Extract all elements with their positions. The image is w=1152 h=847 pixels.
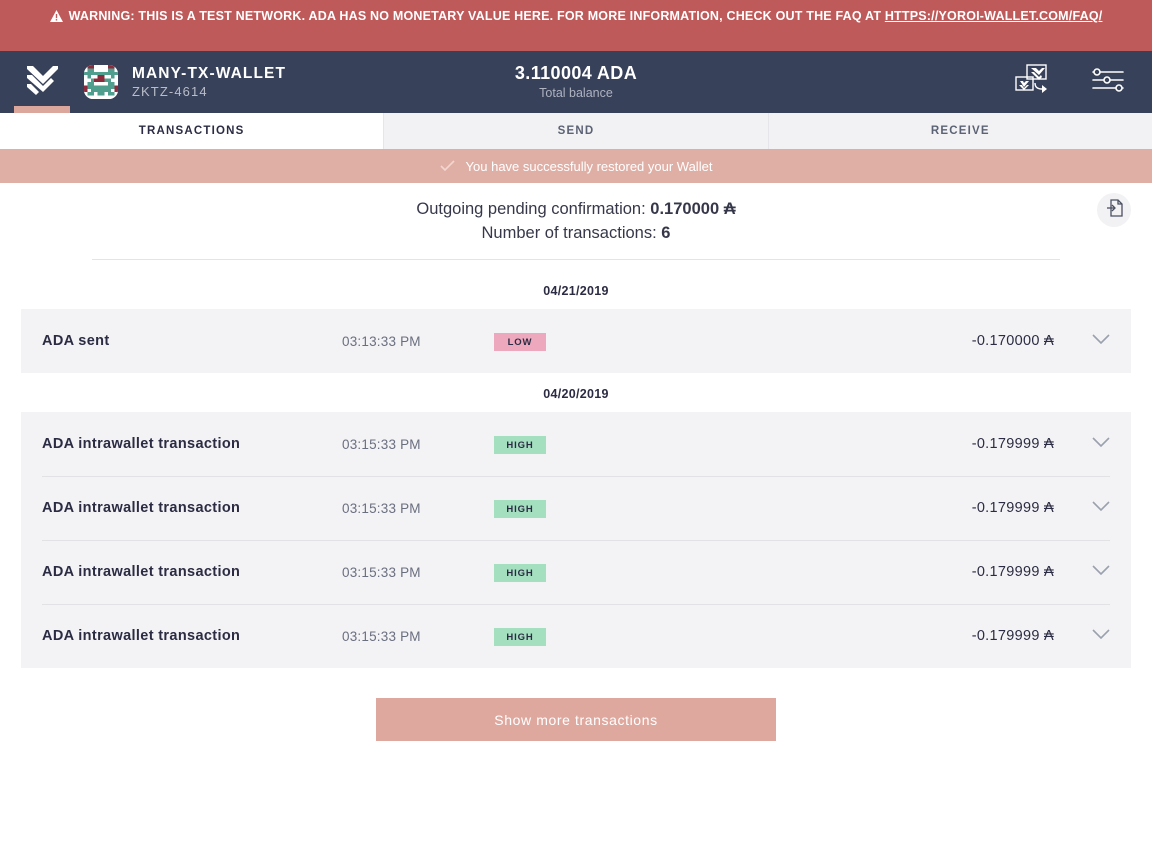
- wallet-name: MANY-TX-WALLET: [132, 65, 287, 82]
- export-transactions-button[interactable]: [1097, 193, 1131, 227]
- transaction-amount: -0.170000 ₳: [971, 333, 1054, 349]
- transaction-amount: -0.179999 ₳: [971, 628, 1054, 644]
- transaction-date-header: 04/20/2019: [543, 387, 609, 401]
- warning-triangle-icon: [49, 8, 63, 29]
- transaction-time: 03:15:33 PM: [342, 564, 421, 580]
- chevron-down-icon: [1092, 332, 1110, 350]
- table-row[interactable]: ADA intrawallet transaction 03:15:33 PM …: [21, 540, 1131, 604]
- transaction-amount: -0.179999 ₳: [971, 500, 1054, 516]
- topbar-actions: [1014, 63, 1152, 102]
- tab-transactions[interactable]: TRANSACTIONS: [0, 113, 385, 149]
- settings-button[interactable]: [1092, 67, 1124, 98]
- status-badge: HIGH: [494, 563, 546, 582]
- count-summary-line: Number of transactions: 6: [0, 221, 1152, 245]
- status-badge: HIGH: [494, 499, 546, 518]
- summary-divider: [92, 259, 1060, 260]
- check-icon: [439, 160, 455, 172]
- transaction-time: 03:15:33 PM: [342, 436, 421, 452]
- transaction-assurance-cell: LOW: [494, 332, 914, 351]
- wallet-identity[interactable]: MANY-TX-WALLET ZKTZ-4614: [84, 64, 286, 100]
- table-row[interactable]: ADA intrawallet transaction 03:15:33 PM …: [21, 412, 1131, 476]
- yoroi-logo-button[interactable]: [0, 51, 84, 113]
- tab-send[interactable]: SEND: [384, 113, 769, 149]
- switch-wallet-button[interactable]: [1014, 63, 1054, 102]
- transactions-panel: Outgoing pending confirmation: 0.170000 …: [0, 183, 1152, 741]
- chevron-down-icon: [1092, 627, 1110, 645]
- transaction-title: ADA intrawallet transaction: [42, 628, 241, 644]
- transaction-time: 03:15:33 PM: [342, 628, 421, 644]
- chevron-down-icon: [1092, 499, 1110, 517]
- transaction-assurance-cell: HIGH: [494, 627, 914, 646]
- table-row[interactable]: ADA sent 03:13:33 PM LOW -0.170000 ₳: [21, 309, 1131, 373]
- transaction-group: 04/20/2019 ADA intrawallet transaction 0…: [0, 373, 1152, 668]
- transactions-summary: Outgoing pending confirmation: 0.170000 …: [0, 197, 1152, 270]
- transaction-time: 03:15:33 PM: [342, 500, 421, 516]
- pending-summary-line: Outgoing pending confirmation: 0.170000 …: [0, 197, 1152, 221]
- count-label: Number of transactions:: [481, 224, 657, 242]
- active-tab-accent-bar: [14, 106, 70, 113]
- transaction-assurance-cell: HIGH: [494, 563, 914, 582]
- transaction-title: ADA intrawallet transaction: [42, 500, 241, 516]
- wallet-plate-id: ZKTZ-4614: [132, 84, 208, 99]
- transaction-title: ADA intrawallet transaction: [42, 436, 241, 452]
- transaction-amount: -0.179999 ₳: [971, 564, 1054, 580]
- top-navigation-bar: MANY-TX-WALLET ZKTZ-4614 3.110004 ADA To…: [0, 51, 1152, 113]
- transaction-amount: -0.179999 ₳: [971, 436, 1054, 452]
- status-badge: HIGH: [494, 435, 546, 454]
- transaction-date-header: 04/21/2019: [543, 284, 609, 298]
- wallet-tabs: TRANSACTIONS SEND RECEIVE: [0, 113, 1152, 149]
- transaction-title: ADA intrawallet transaction: [42, 564, 241, 580]
- success-notification: You have successfully restored your Wall…: [0, 149, 1152, 183]
- status-badge: LOW: [494, 332, 546, 351]
- status-badge: HIGH: [494, 627, 546, 646]
- tab-receive-label: RECEIVE: [930, 125, 990, 137]
- chevron-down-icon: [1092, 435, 1110, 453]
- transaction-title: ADA sent: [42, 333, 110, 349]
- settings-sliders-icon: [1092, 67, 1124, 98]
- tab-receive[interactable]: RECEIVE: [768, 113, 1152, 149]
- faq-link[interactable]: HTTPS://YOROI-WALLET.COM/FAQ/: [885, 9, 1103, 23]
- transaction-list: ADA sent 03:13:33 PM LOW -0.170000 ₳: [21, 309, 1131, 373]
- expand-transaction-button[interactable]: [1054, 627, 1110, 645]
- table-row[interactable]: ADA intrawallet transaction 03:15:33 PM …: [21, 604, 1131, 668]
- tab-transactions-label: TRANSACTIONS: [138, 125, 245, 137]
- yoroi-logo-icon: [25, 65, 59, 100]
- transaction-list: ADA intrawallet transaction 03:15:33 PM …: [21, 412, 1131, 668]
- tab-send-label: SEND: [557, 125, 595, 137]
- count-value: 6: [661, 224, 671, 242]
- show-more-container: Show more transactions: [0, 668, 1152, 741]
- export-file-icon: [1106, 198, 1123, 222]
- transaction-group: 04/21/2019 ADA sent 03:13:33 PM LOW -0.1…: [0, 270, 1152, 373]
- warning-text: WARNING: THIS IS A TEST NETWORK. ADA HAS…: [68, 9, 885, 23]
- chevron-down-icon: [1092, 563, 1110, 581]
- notification-message: You have successfully restored your Wall…: [465, 158, 713, 174]
- expand-transaction-button[interactable]: [1054, 332, 1110, 350]
- switch-wallet-icon: [1014, 63, 1054, 102]
- test-network-warning-banner: WARNING: THIS IS A TEST NETWORK. ADA HAS…: [0, 0, 1152, 51]
- expand-transaction-button[interactable]: [1054, 499, 1110, 517]
- expand-transaction-button[interactable]: [1054, 563, 1110, 581]
- transaction-assurance-cell: HIGH: [494, 499, 914, 518]
- pending-value: 0.170000 ₳: [650, 200, 736, 218]
- pending-label: Outgoing pending confirmation:: [416, 200, 646, 218]
- expand-transaction-button[interactable]: [1054, 435, 1110, 453]
- table-row[interactable]: ADA intrawallet transaction 03:15:33 PM …: [21, 476, 1131, 540]
- show-more-transactions-button[interactable]: Show more transactions: [376, 698, 776, 741]
- transaction-assurance-cell: HIGH: [494, 435, 914, 454]
- wallet-avatar-identicon: [84, 65, 118, 99]
- transaction-time: 03:13:33 PM: [342, 333, 421, 349]
